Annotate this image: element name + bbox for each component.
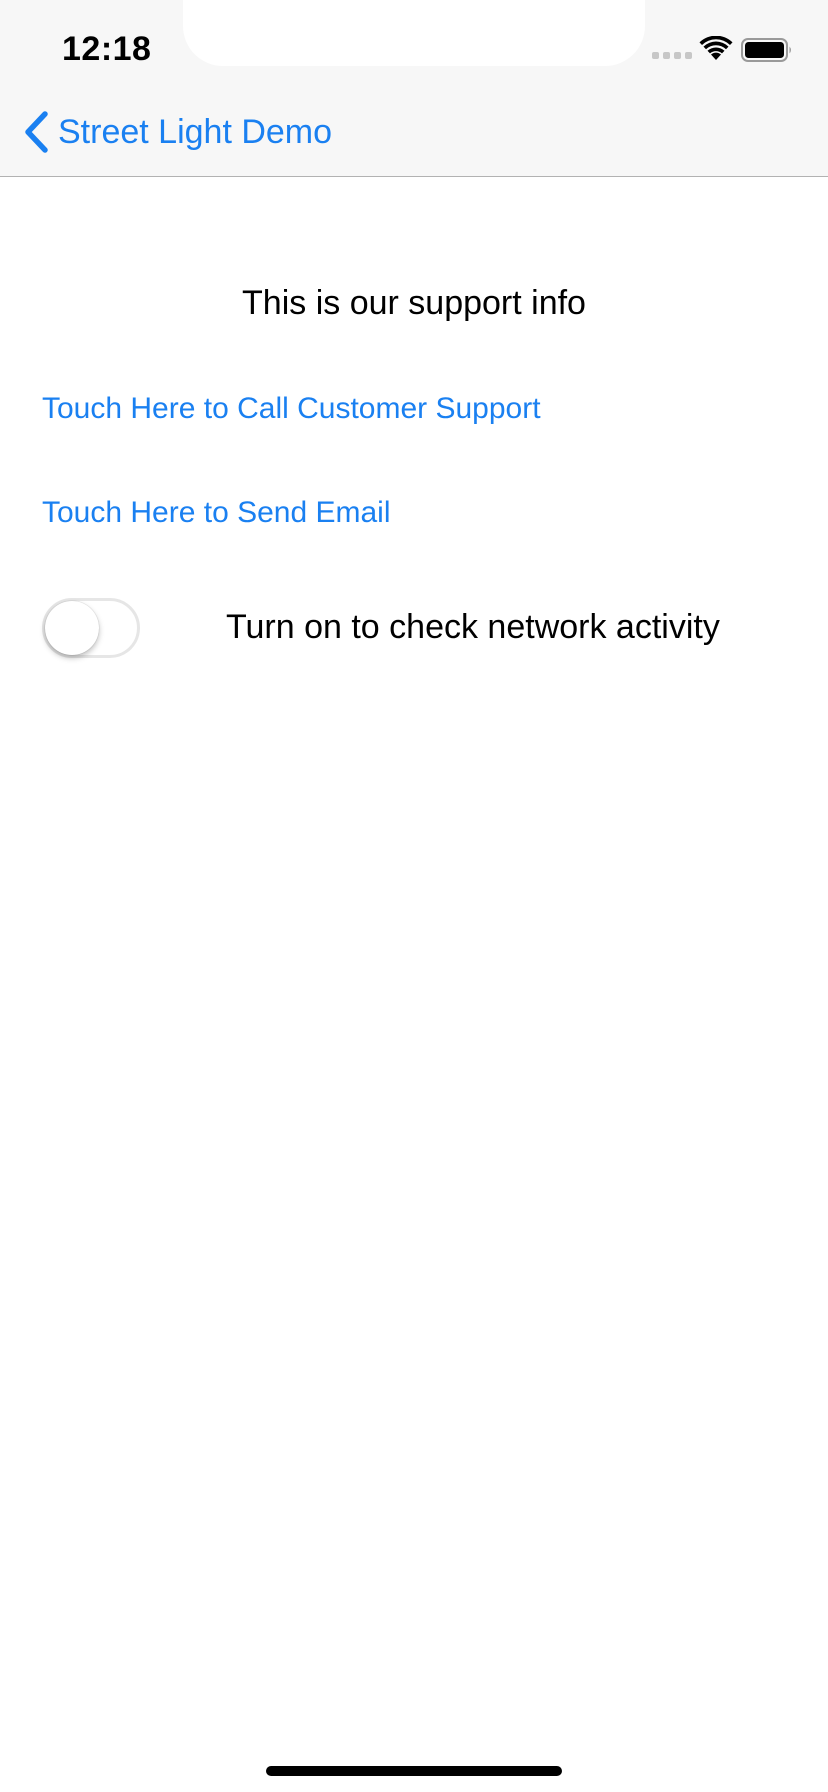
send-email-link[interactable]: Touch Here to Send Email (42, 496, 391, 530)
cellular-signal-icon (652, 52, 692, 59)
wifi-icon (699, 36, 733, 60)
chevron-left-icon (25, 111, 48, 153)
back-button[interactable]: Street Light Demo (22, 108, 332, 156)
support-screen: 12:18 Street Light Demo This is our supp… (0, 0, 828, 1792)
support-info-heading: This is our support info (242, 284, 586, 322)
back-button-label: Street Light Demo (58, 112, 333, 151)
top-bar: 12:18 Street Light Demo (0, 0, 828, 177)
network-activity-label: Turn on to check network activity (226, 608, 720, 646)
device-notch (183, 0, 645, 66)
battery-icon (741, 38, 791, 62)
network-activity-toggle[interactable] (42, 598, 140, 658)
home-indicator (266, 1766, 562, 1776)
call-support-link[interactable]: Touch Here to Call Customer Support (42, 392, 541, 426)
toggle-knob (45, 601, 99, 655)
status-time: 12:18 (62, 30, 152, 68)
